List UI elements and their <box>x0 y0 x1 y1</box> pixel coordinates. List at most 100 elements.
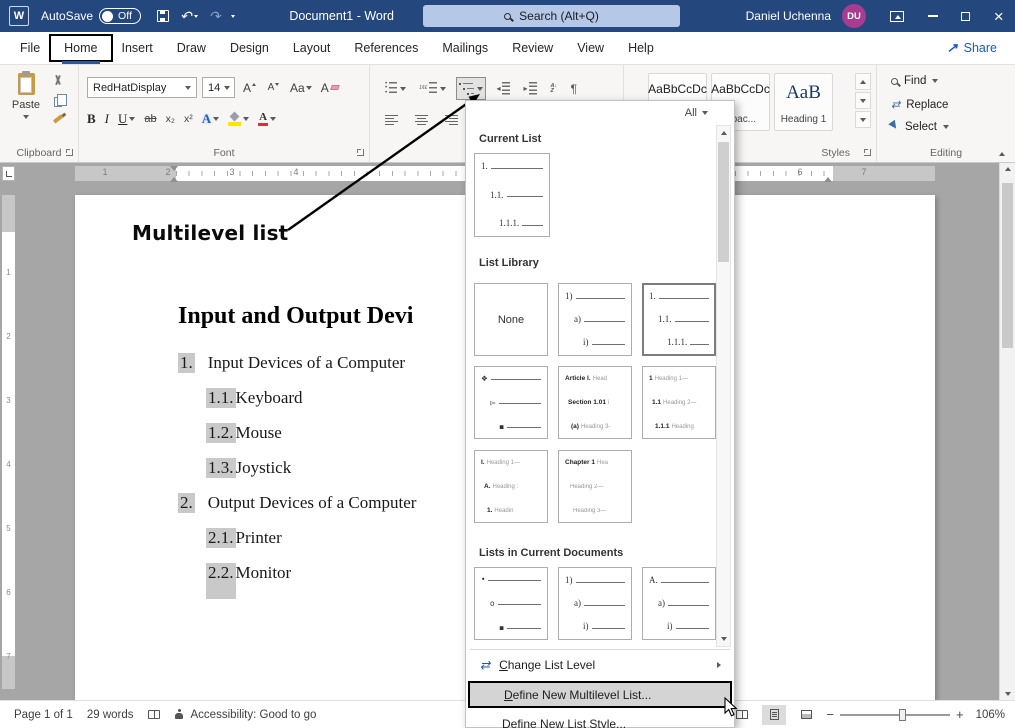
strikethrough-button[interactable]: ab <box>144 113 156 125</box>
undo-button[interactable] <box>180 8 198 25</box>
text-effects-button[interactable]: A <box>202 111 219 127</box>
scroll-down-button[interactable] <box>717 632 730 646</box>
find-button[interactable]: Find <box>891 75 938 87</box>
styles-dialog-launcher-icon[interactable] <box>864 149 871 156</box>
save-icon[interactable] <box>157 10 169 22</box>
decrease-indent-button[interactable]: ◂ <box>493 77 513 100</box>
scroll-down-icon[interactable] <box>1000 692 1015 696</box>
font-name-combobox[interactable]: RedHatDisplay <box>87 77 197 98</box>
proofing-button[interactable] <box>148 710 160 719</box>
list-style-decimal-headings[interactable]: 1Heading 1— 1.1Heading 2— 1.1.1Heading <box>642 366 716 439</box>
zoom-in-button[interactable]: + <box>956 707 964 722</box>
list-style-number-paren[interactable]: 1) a) i) <box>558 283 632 356</box>
avatar[interactable]: DU <box>842 4 866 28</box>
clipboard-dialog-launcher-icon[interactable] <box>66 149 73 156</box>
tab-insert[interactable]: Insert <box>110 32 165 64</box>
style-heading1-card[interactable]: AaB Heading 1 <box>774 73 833 131</box>
autosave-toggle[interactable]: Off <box>99 8 141 24</box>
increase-indent-button[interactable]: ▸ <box>520 77 540 100</box>
define-new-list-style-item[interactable]: Define New List Style... <box>468 712 732 728</box>
list-style-roman-headings[interactable]: I.Heading 1— A.Heading : 1.Headin <box>474 450 548 523</box>
font-color-button[interactable]: A <box>258 112 276 127</box>
define-new-multilevel-list-item[interactable]: Define New Multilevel List... <box>468 681 732 708</box>
ribbon-display-options-icon[interactable] <box>890 11 904 22</box>
list-item: 1.2.Mouse <box>178 415 416 450</box>
text-highlight-button[interactable] <box>228 112 249 126</box>
tab-layout[interactable]: Layout <box>281 32 343 64</box>
tab-references[interactable]: References <box>342 32 430 64</box>
sort-button[interactable] <box>547 77 560 100</box>
list-filter-dropdown[interactable]: All <box>685 107 708 119</box>
scroll-up-icon[interactable] <box>1000 167 1015 171</box>
subscript-button[interactable]: x₂ <box>166 113 175 125</box>
cut-icon[interactable] <box>52 75 63 87</box>
scrollbar-thumb[interactable] <box>718 142 729 262</box>
tab-help[interactable]: Help <box>616 32 666 64</box>
doc-list-style-bullets[interactable]: • o ▪ <box>474 567 548 640</box>
print-layout-icon <box>770 709 779 720</box>
redo-icon[interactable] <box>209 8 221 25</box>
show-formatting-marks-button[interactable] <box>567 77 579 100</box>
tab-review[interactable]: Review <box>500 32 565 64</box>
scrollbar-thumb[interactable] <box>1002 183 1013 348</box>
zoom-level[interactable]: 106% <box>976 709 1005 721</box>
word-count[interactable]: 29 words <box>87 709 134 721</box>
document-scrollbar[interactable] <box>999 163 1015 700</box>
list-style-none[interactable]: None <box>474 283 548 356</box>
accessibility-status[interactable]: Accessibility: Good to go <box>174 709 317 721</box>
collapse-ribbon-icon[interactable] <box>999 152 1005 156</box>
maximize-button[interactable] <box>949 0 982 32</box>
doc-list-style-number-paren[interactable]: 1) a) i) <box>558 567 632 640</box>
list-style-chapter-headings[interactable]: Chapter 1Hea Heading 2— Heading 3— <box>558 450 632 523</box>
web-layout-button[interactable] <box>794 705 818 725</box>
print-layout-button[interactable] <box>762 705 786 725</box>
tab-file[interactable]: File <box>8 32 52 64</box>
search-input[interactable]: Search (Alt+Q) <box>423 5 680 27</box>
underline-button[interactable]: U <box>118 111 135 127</box>
tab-mailings[interactable]: Mailings <box>430 32 500 64</box>
user-name[interactable]: Daniel Uchenna <box>746 9 831 23</box>
replace-button[interactable]: Replace <box>891 98 948 111</box>
list-style-article-section[interactable]: Article I.Head Section 1.01i (a)Heading … <box>558 366 632 439</box>
list-item: 2.1.Printer <box>178 520 416 555</box>
select-button[interactable]: Select <box>891 121 949 133</box>
zoom-slider-thumb[interactable] <box>899 709 906 721</box>
tab-draw[interactable]: Draw <box>165 32 218 64</box>
customize-qat-icon[interactable] <box>231 15 235 18</box>
web-layout-icon <box>801 710 812 719</box>
minimize-button[interactable] <box>916 0 949 32</box>
find-icon <box>891 78 898 85</box>
chevron-down-icon <box>185 86 191 90</box>
italic-button[interactable]: I <box>105 111 109 127</box>
doc-list-style-alpha[interactable]: A. a) i) <box>642 567 716 640</box>
current-list-preview[interactable]: 1. 1.1. 1.1.1. <box>474 153 550 237</box>
list-style-bullets[interactable]: ❖ ▻ ▪ <box>474 366 548 439</box>
list-style-decimal-selected[interactable]: 1. 1.1. 1.1.1. <box>642 283 716 356</box>
paste-button[interactable]: Paste <box>6 73 46 119</box>
autosave-control[interactable]: AutoSave Off <box>41 8 141 24</box>
styles-gallery-expand-button[interactable] <box>855 111 871 128</box>
zoom-slider[interactable] <box>840 714 950 716</box>
format-painter-icon[interactable] <box>52 114 62 123</box>
scroll-up-button[interactable] <box>717 126 730 140</box>
tab-design[interactable]: Design <box>218 32 281 64</box>
ruler-number: 1 <box>102 167 107 177</box>
hanging-indent-marker[interactable] <box>170 173 178 182</box>
page-indicator[interactable]: Page 1 of 1 <box>14 709 73 721</box>
bold-button[interactable]: B <box>87 111 96 127</box>
close-button[interactable] <box>982 0 1015 32</box>
zoom-out-button[interactable]: − <box>826 707 834 722</box>
styles-scroll-up-button[interactable] <box>855 73 871 90</box>
tab-view[interactable]: View <box>565 32 616 64</box>
tab-selector-icon[interactable] <box>2 166 15 181</box>
tab-home[interactable]: Home <box>52 32 109 64</box>
copy-icon[interactable] <box>54 97 62 107</box>
menu-scrollbar[interactable] <box>716 125 731 647</box>
styles-scroll-down-button[interactable] <box>855 92 871 109</box>
superscript-button[interactable]: x² <box>184 113 193 125</box>
right-indent-marker[interactable] <box>824 173 832 182</box>
share-button[interactable]: Share <box>947 32 997 64</box>
grow-font-button[interactable]: A <box>240 77 259 98</box>
change-list-level-item[interactable]: Change List Level <box>468 653 732 677</box>
font-size-combobox[interactable]: 14 <box>202 77 235 98</box>
